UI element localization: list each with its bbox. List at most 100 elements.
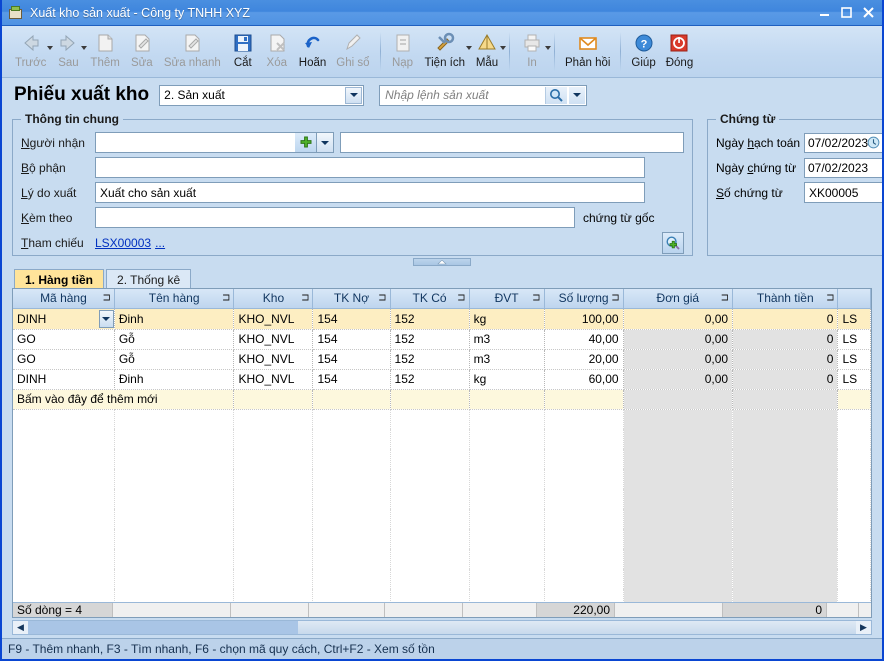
chevron-down-icon[interactable] bbox=[500, 46, 506, 50]
column-header-tk-co[interactable]: TK Có ⊐ bbox=[390, 289, 469, 308]
cell-dvt[interactable]: kg bbox=[469, 369, 544, 389]
scroll-right-arrow-icon[interactable]: ▶ bbox=[856, 622, 871, 633]
scrollbar-track[interactable] bbox=[298, 621, 856, 634]
add-reference-icon[interactable] bbox=[662, 232, 684, 254]
cell-kho[interactable]: KHO_NVL bbox=[234, 308, 313, 329]
receiver-input[interactable] bbox=[95, 132, 295, 153]
cell-don-gia[interactable]: 0,00 bbox=[623, 369, 732, 389]
column-header-ten-hang[interactable]: Tên hàng ⊐ bbox=[114, 289, 234, 308]
attachment-input[interactable] bbox=[95, 207, 575, 228]
pin-icon[interactable]: ⊐ bbox=[457, 293, 465, 304]
column-header-dvt[interactable]: ĐVT ⊐ bbox=[469, 289, 544, 308]
toolbar-button-ghi-so[interactable]: Ghi sổ bbox=[331, 28, 374, 77]
cell-ma-hang[interactable]: GO bbox=[13, 329, 114, 349]
splitter-grip[interactable] bbox=[413, 258, 471, 266]
tab-thong-ke[interactable]: 2. Thống kê bbox=[106, 269, 191, 288]
toolbar-button-sua[interactable]: Sửa bbox=[125, 28, 159, 77]
column-header-kho[interactable]: Kho ⊐ bbox=[234, 289, 313, 308]
cell-so-luong[interactable]: 40,00 bbox=[544, 329, 623, 349]
column-header-extra[interactable] bbox=[838, 289, 871, 308]
grid-new-row[interactable]: Bấm vào đây để thêm mới bbox=[13, 389, 871, 409]
column-header-so-luong[interactable]: Số lượng ⊐ bbox=[544, 289, 623, 308]
cell-ten-hang[interactable]: Gỗ bbox=[114, 329, 234, 349]
toolbar-button-hoan[interactable]: Hoãn bbox=[294, 28, 332, 77]
close-button[interactable] bbox=[858, 4, 878, 22]
posting-date-field[interactable]: 07/02/2023 bbox=[804, 133, 884, 153]
cell-dvt[interactable]: kg bbox=[469, 308, 544, 329]
toolbar-button-sua-nhanh[interactable]: Sửa nhanh bbox=[159, 28, 226, 77]
cell-kho[interactable]: KHO_NVL bbox=[234, 329, 313, 349]
search-icon[interactable] bbox=[545, 87, 567, 104]
new-row-cell[interactable] bbox=[234, 389, 313, 409]
reference-link[interactable]: LSX00003 bbox=[95, 236, 151, 250]
ma-hang-editor[interactable]: DINH bbox=[13, 309, 114, 329]
cell-tk-no[interactable]: 154 bbox=[313, 308, 390, 329]
toolbar-button-phan-hoi[interactable]: Phản hồi bbox=[560, 28, 615, 77]
cell-ma-hang[interactable]: DINH bbox=[13, 308, 114, 329]
new-row-cell[interactable] bbox=[733, 389, 838, 409]
cell-tk-no[interactable]: 154 bbox=[313, 369, 390, 389]
new-row-cell[interactable] bbox=[469, 389, 544, 409]
cell-thanh-tien[interactable]: 0 bbox=[733, 329, 838, 349]
pin-icon[interactable]: ⊐ bbox=[222, 293, 230, 304]
cell-ten-hang[interactable]: Đinh bbox=[114, 369, 234, 389]
reason-input[interactable] bbox=[95, 182, 645, 203]
tab-hang-tien[interactable]: 1. Hàng tiền bbox=[14, 269, 104, 288]
production-order-search[interactable]: Nhập lệnh sản xuất bbox=[379, 85, 587, 106]
toolbar-button-nap[interactable]: Nạp bbox=[386, 28, 420, 77]
pin-icon[interactable]: ⊐ bbox=[102, 293, 110, 304]
search-options-chevron-icon[interactable] bbox=[569, 87, 585, 104]
cell-so-luong[interactable]: 60,00 bbox=[544, 369, 623, 389]
column-header-ma-hang[interactable]: Mã hàng ⊐ bbox=[13, 289, 114, 308]
table-row[interactable]: DINH Đinh KHO_NVL 154 152 kg 100,00 0,00… bbox=[13, 308, 871, 329]
column-header-thanh-tien[interactable]: Thành tiền ⊐ bbox=[733, 289, 838, 308]
toolbar-button-cat[interactable]: Cắt bbox=[226, 28, 260, 77]
toolbar-button-them[interactable]: Thêm bbox=[85, 28, 124, 77]
new-row-hint[interactable]: Bấm vào đây để thêm mới bbox=[13, 389, 234, 409]
cell-ma-hang[interactable]: GO bbox=[13, 349, 114, 369]
cell-don-gia[interactable]: 0,00 bbox=[623, 349, 732, 369]
toolbar-button-mau[interactable]: Mẫu bbox=[470, 28, 504, 77]
table-row[interactable]: DINH Đinh KHO_NVL 154 152 kg 60,00 0,00 … bbox=[13, 369, 871, 389]
cell-don-gia[interactable]: 0,00 bbox=[623, 329, 732, 349]
maximize-button[interactable] bbox=[836, 4, 856, 22]
toolbar-button-xoa[interactable]: Xóa bbox=[260, 28, 294, 77]
cell-dvt[interactable]: m3 bbox=[469, 349, 544, 369]
receiver-dropdown-chevron-icon[interactable] bbox=[317, 132, 334, 153]
column-header-tk-no[interactable]: TK Nợ ⊐ bbox=[313, 289, 390, 308]
table-row[interactable]: GO Gỗ KHO_NVL 154 152 m3 40,00 0,00 0 LS bbox=[13, 329, 871, 349]
chevron-down-icon[interactable] bbox=[345, 87, 362, 104]
toolbar-button-tien-ich[interactable]: Tiện ích bbox=[420, 28, 470, 77]
scroll-left-arrow-icon[interactable]: ◀ bbox=[13, 622, 28, 633]
chevron-down-icon[interactable] bbox=[545, 46, 551, 50]
cell-so-luong[interactable]: 100,00 bbox=[544, 308, 623, 329]
pin-icon[interactable]: ⊐ bbox=[826, 293, 834, 304]
toolbar-button-dong[interactable]: Đóng bbox=[661, 28, 699, 77]
cell-thanh-tien[interactable]: 0 bbox=[733, 369, 838, 389]
cell-ten-hang[interactable]: Gỗ bbox=[114, 349, 234, 369]
column-header-don-gia[interactable]: Đơn giá ⊐ bbox=[623, 289, 732, 308]
scrollbar-thumb[interactable] bbox=[28, 621, 298, 634]
cell-don-gia[interactable]: 0,00 bbox=[623, 308, 732, 329]
cell-ma-hang[interactable]: DINH bbox=[13, 369, 114, 389]
cell-tk-no[interactable]: 154 bbox=[313, 329, 390, 349]
cell-kho[interactable]: KHO_NVL bbox=[234, 369, 313, 389]
grid-horizontal-scrollbar[interactable]: ◀ ▶ bbox=[12, 620, 872, 635]
toolbar-button-giup[interactable]: ? Giúp bbox=[626, 28, 660, 77]
pin-icon[interactable]: ⊐ bbox=[532, 293, 540, 304]
pin-icon[interactable]: ⊐ bbox=[378, 293, 386, 304]
cell-tk-co[interactable]: 152 bbox=[390, 349, 469, 369]
pin-icon[interactable]: ⊐ bbox=[611, 293, 619, 304]
cell-thanh-tien[interactable]: 0 bbox=[733, 349, 838, 369]
cell-extra[interactable]: LS bbox=[838, 329, 871, 349]
table-row[interactable]: GO Gỗ KHO_NVL 154 152 m3 20,00 0,00 0 LS bbox=[13, 349, 871, 369]
new-row-cell[interactable] bbox=[313, 389, 390, 409]
cell-extra[interactable]: LS bbox=[838, 308, 871, 329]
pin-icon[interactable]: ⊐ bbox=[301, 293, 309, 304]
ma-hang-chevron-icon[interactable] bbox=[99, 310, 114, 328]
cell-thanh-tien[interactable]: 0 bbox=[733, 308, 838, 329]
cell-ten-hang[interactable]: Đinh bbox=[114, 308, 234, 329]
receiver-name-input[interactable] bbox=[340, 132, 684, 153]
minimize-button[interactable] bbox=[814, 4, 834, 22]
cell-dvt[interactable]: m3 bbox=[469, 329, 544, 349]
